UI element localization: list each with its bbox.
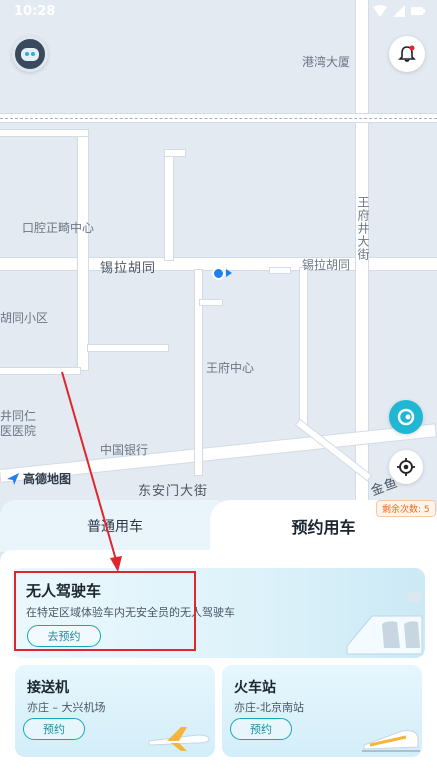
avatar[interactable]	[12, 36, 48, 72]
book-pickup-button[interactable]: 预约	[23, 718, 85, 740]
status-bar: 10:28	[0, 0, 437, 24]
notification-button[interactable]	[389, 36, 425, 72]
amap-logo: 高德地图	[6, 470, 71, 487]
remaining-count-badge: 剩余次数: 5	[376, 500, 436, 517]
user-location-dot	[212, 267, 225, 280]
amap-logo-text: 高德地图	[23, 472, 72, 486]
locate-button[interactable]	[389, 450, 423, 484]
bell-icon	[398, 45, 416, 62]
map-label: 锡拉胡同	[100, 261, 157, 276]
airplane-illustration	[148, 727, 210, 751]
map-label: 井同仁 医医院	[0, 409, 37, 438]
road	[0, 130, 88, 136]
road	[78, 130, 88, 370]
assistant-icon	[397, 408, 415, 426]
tab-normal[interactable]: 普通用车	[0, 500, 230, 552]
status-icons	[373, 5, 425, 17]
road	[165, 150, 185, 156]
battery-icon	[411, 7, 425, 15]
map-label: 口腔正畸中心	[22, 221, 95, 235]
train-desc: 亦庄-北京南站	[234, 701, 304, 714]
car-interior-illustration	[346, 592, 423, 655]
map-label: 王府井大街	[356, 196, 370, 261]
pickup-desc: 亦庄 – 大兴机场	[27, 701, 106, 714]
map-label: 胡同小区	[0, 311, 49, 325]
train-station-card[interactable]: 火车站 亦庄-北京南站 预约	[222, 665, 422, 757]
road	[200, 300, 222, 305]
road	[270, 268, 290, 273]
road	[300, 268, 307, 428]
map-label: 东安门大街	[138, 484, 209, 499]
assistant-button[interactable]	[389, 400, 423, 434]
crosshair-icon	[397, 458, 415, 476]
road	[88, 345, 168, 351]
map-label: 锡拉胡同	[302, 258, 351, 272]
train-title: 火车站	[234, 680, 276, 696]
amap-logo-icon	[7, 472, 19, 485]
pickup-title: 接送机	[27, 680, 69, 696]
map-label: 王府中心	[206, 361, 255, 375]
airport-pickup-card[interactable]: 接送机 亦庄 – 大兴机场 预约	[15, 665, 215, 757]
road	[165, 150, 173, 260]
signal-icon	[393, 5, 405, 17]
book-train-button[interactable]: 预约	[230, 718, 292, 740]
train-illustration	[362, 730, 420, 752]
status-time: 10:28	[14, 4, 56, 19]
map-view[interactable]: 港湾大厦 王府井大街 口腔正畸中心 锡拉胡同 锡拉胡同 胡同小区 王府中心 井同…	[0, 0, 437, 520]
route-line	[0, 118, 437, 119]
wifi-icon	[373, 5, 387, 17]
map-label: 港湾大厦	[302, 55, 351, 69]
annotation-box	[14, 571, 196, 651]
map-label: 中国银行	[100, 443, 149, 457]
robot-avatar-icon	[21, 48, 39, 61]
road	[0, 368, 80, 374]
heading-arrow	[226, 269, 232, 277]
